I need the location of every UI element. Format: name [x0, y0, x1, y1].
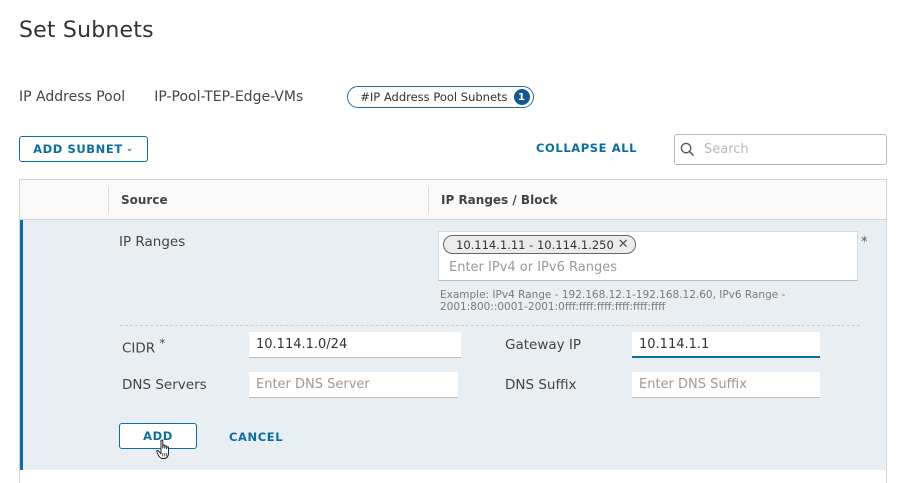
subnet-edit-row: IP Ranges 10.114.1.11 - 10.114.1.250 ✕ *… [20, 220, 886, 470]
collapse-all-button[interactable]: COLLAPSE ALL [536, 141, 637, 155]
dns-suffix-input[interactable] [632, 372, 820, 398]
search-box[interactable] [674, 134, 887, 165]
section-divider [120, 325, 860, 326]
hand-pointer-icon [156, 439, 169, 459]
cidr-input[interactable] [249, 332, 461, 358]
pool-name: IP-Pool-TEP-Edge-VMs [154, 89, 304, 105]
gateway-ip-label: Gateway IP [505, 337, 582, 353]
pool-subnets-count-badge: 1 [513, 89, 530, 105]
dns-servers-input[interactable] [249, 372, 458, 398]
cidr-label-text: CIDR [122, 340, 156, 357]
ip-ranges-example: Example: IPv4 Range - 192.168.12.1-192.1… [440, 289, 786, 313]
close-icon[interactable]: ✕ [618, 237, 629, 252]
cancel-button[interactable]: CANCEL [229, 430, 283, 444]
column-separator [108, 187, 109, 213]
grid-header: Source IP Ranges / Block [20, 180, 886, 220]
dns-suffix-label: DNS Suffix [505, 377, 577, 393]
column-header-ip-ranges[interactable]: IP Ranges / Block [441, 193, 558, 207]
ip-ranges-field[interactable]: 10.114.1.11 - 10.114.1.250 ✕ [438, 231, 858, 281]
column-header-source[interactable]: Source [121, 193, 168, 207]
add-subnet-button-label: ADD SUBNET [33, 142, 123, 156]
page-title: Set Subnets [19, 18, 154, 43]
pool-label: IP Address Pool [19, 89, 126, 105]
pool-subnets-chip[interactable]: #IP Address Pool Subnets 1 [347, 86, 534, 108]
pool-subnets-chip-label: #IP Address Pool Subnets [360, 90, 508, 104]
cidr-required-indicator: * [159, 337, 166, 350]
gateway-ip-input[interactable] [632, 332, 820, 358]
required-indicator: * [861, 235, 868, 250]
subnets-grid: Source IP Ranges / Block IP Ranges 10.11… [19, 179, 887, 483]
cidr-label: CIDR * [122, 337, 165, 357]
ip-range-chip[interactable]: 10.114.1.11 - 10.114.1.250 ✕ [443, 235, 636, 254]
dns-servers-label: DNS Servers [122, 377, 207, 393]
source-type-label: IP Ranges [119, 234, 186, 250]
ip-ranges-input[interactable] [449, 260, 829, 275]
search-icon [680, 142, 695, 157]
pool-info-row: IP Address Pool IP-Pool-TEP-Edge-VMs #IP… [19, 86, 534, 108]
chevron-down-icon: ⌄ [125, 144, 134, 154]
column-separator [428, 187, 429, 213]
search-input[interactable] [704, 142, 874, 157]
ip-range-chip-label: 10.114.1.11 - 10.114.1.250 [456, 237, 614, 252]
add-subnet-button[interactable]: ADD SUBNET ⌄ [19, 136, 148, 162]
